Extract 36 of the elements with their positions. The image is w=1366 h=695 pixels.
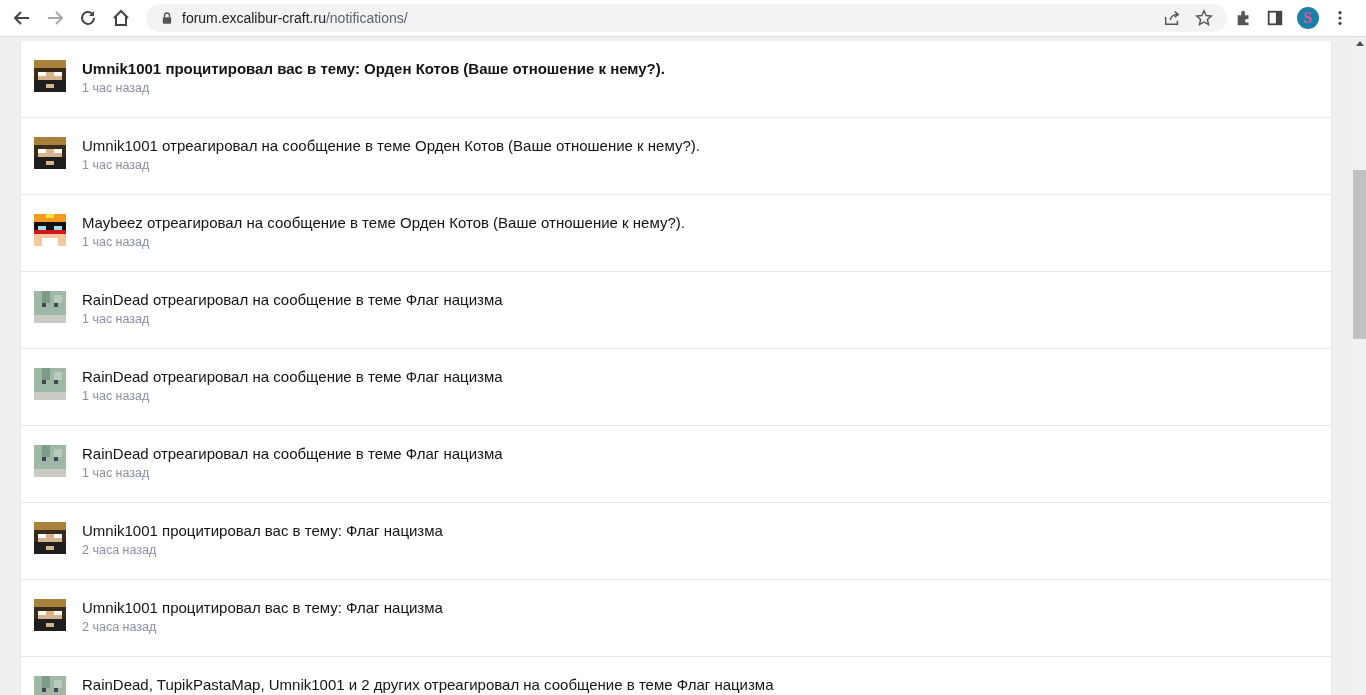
address-bar[interactable]: forum.excalibur-craft.ru/notifications/ — [146, 4, 1227, 32]
notification-time: 1 час назад — [82, 81, 151, 95]
lock-icon — [162, 12, 172, 24]
notification-link[interactable]: Maybeez отреагировал на сообщение в теме Орден Котов (Ваше отношение к нему?). — [82, 214, 685, 231]
notification-time: 1 час назад — [82, 389, 151, 403]
notification-link[interactable]: Umnik1001 отреагировал на сообщение в теме Орден Котов (Ваше отношение к нему?). — [82, 137, 700, 154]
avatar-icon — [34, 137, 66, 169]
url-text: forum.excalibur-craft.ru/notifications/ — [182, 10, 408, 26]
side-panel-icon[interactable] — [1266, 9, 1284, 27]
avatar-icon — [34, 522, 66, 554]
avatar-icon — [34, 291, 66, 323]
reload-icon[interactable] — [78, 8, 98, 28]
scroll-up-icon[interactable] — [1356, 41, 1364, 46]
notification-time: 2 часа назад — [82, 543, 158, 557]
notification-time: 2 часа назад — [82, 620, 158, 634]
avatar-icon — [34, 445, 66, 477]
home-icon[interactable] — [111, 8, 131, 28]
scrollbar-thumb[interactable] — [1353, 170, 1366, 339]
share-icon[interactable] — [1163, 9, 1181, 27]
notification-link[interactable]: RainDead отреагировал на сообщение в теме Флаг нацизма — [82, 291, 503, 308]
notification-link[interactable]: Umnik1001 процитировал вас в тему: Флаг нацизма — [82, 599, 443, 616]
star-icon[interactable] — [1195, 9, 1213, 27]
notification-time: 1 час назад — [82, 235, 151, 249]
notification-link[interactable]: Umnik1001 процитировал вас в тему: Флаг нацизма — [82, 522, 443, 539]
avatar-icon — [34, 60, 66, 92]
menu-icon[interactable] — [1337, 10, 1343, 26]
notification-link[interactable]: Umnik1001 процитировал вас в тему: Орден Котов (Ваше отношение к нему?). — [82, 60, 665, 77]
notification-time: 1 час назад — [82, 158, 151, 172]
avatar-icon — [34, 368, 66, 400]
avatar-icon — [34, 214, 66, 246]
avatar-icon — [34, 599, 66, 631]
notification-link[interactable]: RainDead отреагировал на сообщение в теме Флаг нацизма — [82, 368, 503, 385]
notification-time: 1 час назад — [82, 312, 151, 326]
notification-link[interactable]: RainDead отреагировал на сообщение в теме Флаг нацизма — [82, 445, 503, 462]
notification-time: 1 час назад — [82, 466, 151, 480]
notification-link[interactable]: RainDead, TupikPastaMap, Umnik1001 и 2 других отреагировал на сообщение в теме Флаг нацизма — [82, 676, 774, 693]
